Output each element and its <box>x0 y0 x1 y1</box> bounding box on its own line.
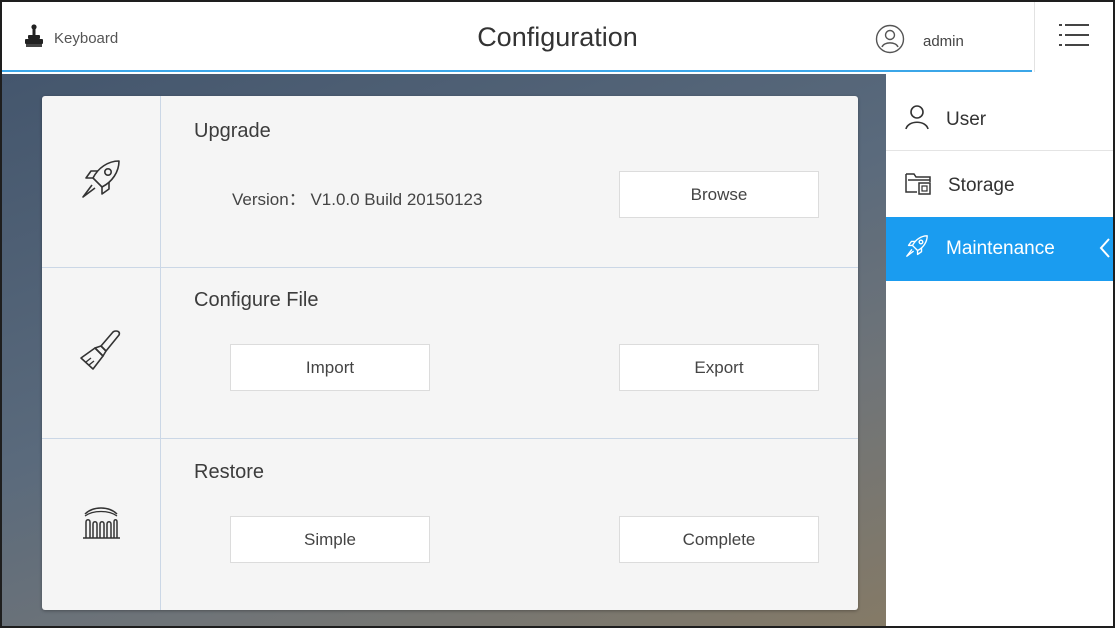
section-divider <box>42 267 858 268</box>
joystick-icon <box>24 24 44 53</box>
simple-restore-button[interactable]: Simple <box>230 516 430 563</box>
keyboard-label: Keyboard <box>54 30 119 47</box>
maintenance-panel: Upgrade Version： V1.0.0 Build 20150123 B… <box>42 96 858 610</box>
sidebar-divider <box>886 150 1113 151</box>
export-button[interactable]: Export <box>619 344 819 391</box>
complete-restore-button[interactable]: Complete <box>619 516 819 563</box>
header-bar: Keyboard Configuration admin <box>2 2 1113 74</box>
sidebar: User Storage Maintenance <box>886 74 1113 626</box>
user-icon <box>904 104 930 136</box>
app-window: Keyboard Configuration admin Upgrade Ver… <box>0 0 1115 628</box>
rocket-icon <box>78 156 124 207</box>
sidebar-item-storage[interactable]: Storage <box>886 154 1113 218</box>
sidebar-item-label: Maintenance <box>946 238 1055 259</box>
menu-icon <box>1059 22 1089 53</box>
chevron-left-icon <box>1099 237 1111 265</box>
upgrade-section-icon-cell <box>42 96 160 267</box>
sidebar-item-label: Storage <box>948 175 1015 196</box>
sidebar-item-user[interactable]: User <box>886 88 1113 152</box>
configure-file-section-icon-cell <box>42 267 160 438</box>
sidebar-item-maintenance[interactable]: Maintenance <box>886 217 1113 281</box>
browse-button[interactable]: Browse <box>619 171 819 218</box>
version-label: Version： <box>232 190 306 209</box>
section-divider <box>42 438 858 439</box>
keyboard-control[interactable]: Keyboard <box>24 24 118 53</box>
sidebar-item-label: User <box>946 109 987 130</box>
user-name: admin <box>923 33 964 50</box>
user-account[interactable]: admin <box>875 24 964 59</box>
import-button[interactable]: Import <box>230 344 430 391</box>
menu-button[interactable] <box>1034 2 1113 72</box>
restore-section-icon-cell <box>42 438 160 610</box>
upgrade-title: Upgrade <box>194 120 271 142</box>
rocket-icon <box>904 233 930 265</box>
page-title: Configuration <box>477 22 638 52</box>
brush-icon <box>78 327 124 378</box>
user-avatar-icon <box>875 24 905 59</box>
panel-column-divider <box>160 96 161 610</box>
folder-icon <box>904 170 932 202</box>
header-divider <box>2 70 1032 72</box>
version-value: V1.0.0 Build 20150123 <box>310 190 483 209</box>
configure-file-title: Configure File <box>194 289 319 311</box>
restore-title: Restore <box>194 461 265 483</box>
restore-icon <box>79 502 123 547</box>
version-info: Version： V1.0.0 Build 20150123 <box>232 185 482 210</box>
